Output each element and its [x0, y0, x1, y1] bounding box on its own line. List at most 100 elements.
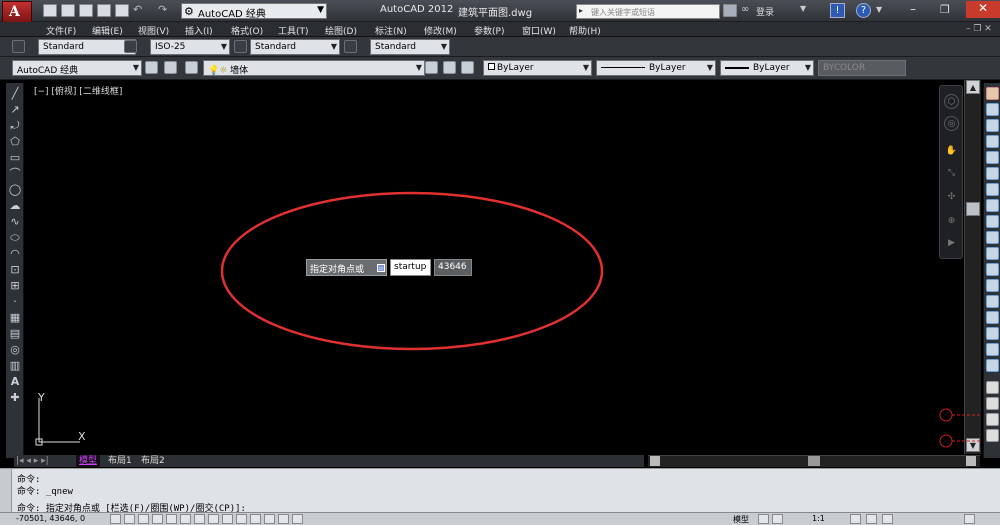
gradient-icon[interactable]: ▤	[8, 327, 22, 340]
close-icon[interactable]: ✕	[966, 1, 1000, 18]
break-at-point-icon[interactable]	[986, 263, 999, 276]
ellipse-icon[interactable]: ⬭	[8, 231, 22, 244]
redo-icon[interactable]: ↷	[158, 3, 167, 16]
erase-icon[interactable]	[986, 87, 999, 100]
draw-order-icon[interactable]	[986, 381, 999, 394]
workspace-switcher[interactable]: ⚙ AutoCAD 经典 ▼	[181, 3, 327, 20]
rotate-icon[interactable]	[986, 183, 999, 196]
viewport-controls-label[interactable]: [−] [俯视] [二维线框]	[34, 84, 122, 97]
menu-insert[interactable]: 插入(I)	[185, 24, 213, 37]
dynamic-input-field[interactable]: startup	[390, 259, 431, 276]
menu-view[interactable]: 视图(V)	[138, 24, 169, 37]
tab-layout2[interactable]: 布局2	[138, 455, 168, 467]
search-input[interactable]: ▸ 键入关键字或短语	[576, 4, 720, 19]
ellipse-arc-icon[interactable]: ◠	[8, 247, 22, 260]
pan-icon[interactable]: ✋	[944, 144, 959, 159]
insert-block-icon[interactable]: ⊡	[8, 263, 22, 276]
coordinate-readout[interactable]: -70501, 43646, 0	[16, 514, 85, 523]
scroll-up-icon[interactable]: ▲	[966, 80, 980, 94]
transparency-icon[interactable]	[264, 514, 275, 524]
line-tool-icon[interactable]: ╱	[8, 87, 22, 100]
move-icon[interactable]	[986, 167, 999, 180]
scroll-left-icon[interactable]	[650, 456, 660, 466]
chevron-down-icon[interactable]: ▼	[800, 4, 806, 13]
polyline-icon[interactable]: ⤾	[8, 119, 22, 132]
clean-screen-icon[interactable]	[964, 514, 975, 524]
search-icon[interactable]	[723, 4, 737, 17]
binoculars-icon[interactable]: ∞	[741, 4, 749, 15]
text-style-icon[interactable]	[12, 40, 25, 53]
play-icon[interactable]: ▶	[944, 236, 959, 251]
minimize-icon[interactable]: –	[910, 2, 916, 16]
circle-icon[interactable]: ◯	[8, 183, 22, 196]
command-line-grip[interactable]	[0, 469, 12, 513]
send-back-icon[interactable]	[986, 413, 999, 426]
annotation-scale[interactable]: 1:1	[812, 514, 825, 523]
menu-format[interactable]: 格式(O)	[231, 24, 263, 37]
dim-style-select[interactable]: ISO-25 ▼	[150, 39, 230, 55]
chamfer-icon[interactable]	[986, 311, 999, 324]
help-icon[interactable]: ?	[856, 3, 871, 18]
object-snap-icon[interactable]	[180, 514, 191, 524]
text-front-icon[interactable]	[986, 429, 999, 442]
table-style-icon[interactable]	[234, 40, 247, 53]
showmotion-icon[interactable]: ◎	[944, 116, 959, 131]
layer-select[interactable]: 💡☼ 墙体 ▼	[203, 60, 425, 76]
pin-icon[interactable]	[164, 61, 177, 74]
scroll-right-icon[interactable]	[966, 456, 976, 466]
quick-properties-icon[interactable]	[278, 514, 289, 524]
mirror-icon[interactable]	[986, 119, 999, 132]
join-icon[interactable]	[986, 295, 999, 308]
chevron-down-icon[interactable]: ▼	[876, 5, 882, 14]
grid-display-icon[interactable]	[138, 514, 149, 524]
save-icon[interactable]	[79, 4, 93, 17]
color-select[interactable]: ByLayer ▼	[483, 60, 592, 76]
menu-parameter[interactable]: 参数(P)	[474, 24, 504, 37]
dim-style-icon[interactable]	[124, 40, 137, 53]
quick-view-drawings-icon[interactable]	[772, 514, 783, 524]
horizontal-scrollbar[interactable]	[648, 455, 980, 467]
bring-front-icon[interactable]	[986, 397, 999, 410]
gear-icon[interactable]	[145, 61, 158, 74]
new-file-icon[interactable]	[43, 4, 57, 17]
array-icon[interactable]	[986, 151, 999, 164]
selection-cycling-icon[interactable]	[292, 514, 303, 524]
multileader-style-icon[interactable]	[344, 40, 357, 53]
region-icon[interactable]: ◎	[8, 343, 22, 356]
options-arrow-icon[interactable]: ▫	[377, 264, 385, 272]
menu-draw[interactable]: 绘图(D)	[325, 24, 357, 37]
revision-cloud-icon[interactable]: ☁	[8, 199, 22, 212]
toolbar-lock-icon[interactable]	[882, 514, 893, 524]
menu-dimension[interactable]: 标注(N)	[375, 24, 407, 37]
menu-tools[interactable]: 工具(T)	[278, 24, 309, 37]
save-as-icon[interactable]	[97, 4, 111, 17]
plot-icon[interactable]	[115, 4, 129, 17]
scale-icon[interactable]	[986, 199, 999, 212]
layer-states-icon[interactable]	[461, 61, 474, 74]
blend-icon[interactable]	[986, 343, 999, 356]
snap-mode-icon[interactable]	[124, 514, 135, 524]
layer-previous-icon[interactable]	[443, 61, 456, 74]
zoom-icon[interactable]: ⤡	[944, 166, 959, 181]
make-block-icon[interactable]: ⊞	[8, 279, 22, 292]
drawing-window-controls[interactable]: – ❐ ✕	[966, 24, 992, 34]
vertical-scrollbar[interactable]: ▲ ▼	[964, 80, 981, 454]
table-icon[interactable]: ▥	[8, 359, 22, 372]
polar-tracking-icon[interactable]	[166, 514, 177, 524]
tab-nav-arrows[interactable]: |◂ ◂ ▸ ▸|	[16, 455, 49, 467]
menu-file[interactable]: 文件(F)	[46, 24, 76, 37]
copy-icon[interactable]	[986, 103, 999, 116]
menu-help[interactable]: 帮助(H)	[569, 24, 601, 37]
scroll-thumb-horizontal[interactable]	[808, 456, 820, 466]
tab-layout1[interactable]: 布局1	[105, 455, 135, 467]
polygon-icon[interactable]: ⬠	[8, 135, 22, 148]
construction-line-icon[interactable]: ↗	[8, 103, 22, 116]
ortho-mode-icon[interactable]	[152, 514, 163, 524]
add-selected-icon[interactable]: ✚	[8, 391, 22, 404]
annotation-visibility-icon[interactable]	[850, 514, 861, 524]
extend-icon[interactable]	[986, 247, 999, 260]
exchange-icon[interactable]: !	[830, 3, 845, 18]
workspace-switching-icon[interactable]	[866, 514, 877, 524]
layer-properties-icon[interactable]	[185, 61, 198, 74]
rectangle-icon[interactable]: ▭	[8, 151, 22, 164]
